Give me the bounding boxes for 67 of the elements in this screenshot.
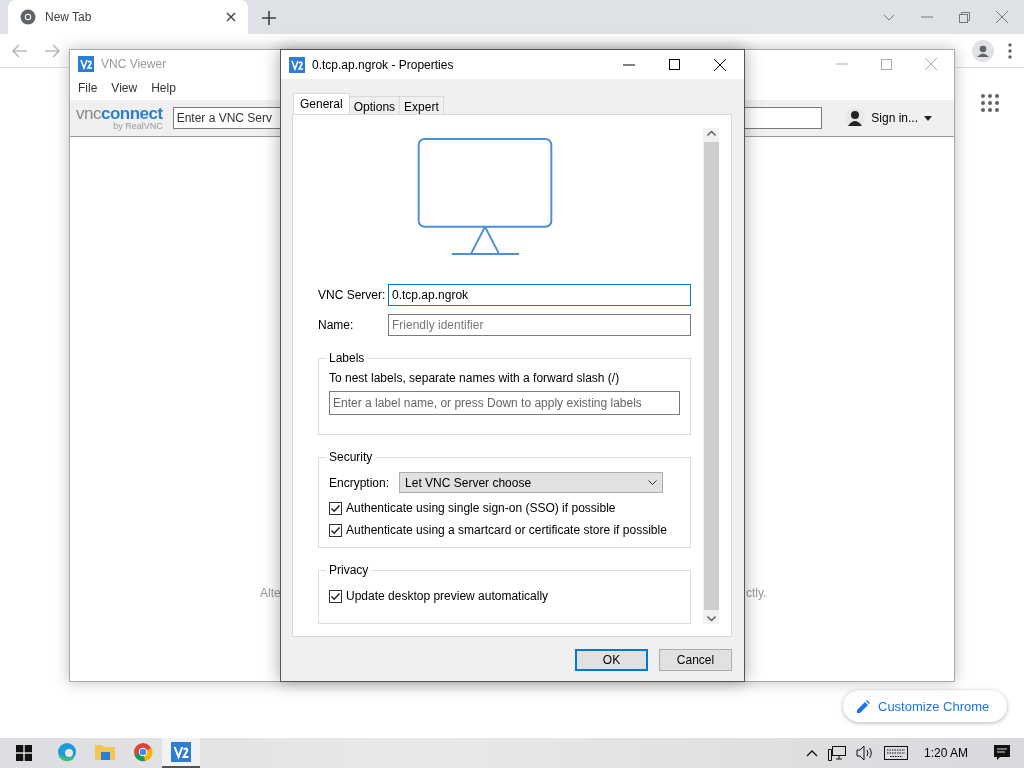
chevron-down-icon[interactable] [883,13,895,21]
keyboard-icon[interactable] [883,746,908,760]
tab[interactable]: Options [348,96,401,114]
menu-item[interactable]: Help [151,81,176,95]
new-tab-icon[interactable] [262,11,276,25]
browser-tab[interactable]: New Tab [8,0,248,34]
menu-item[interactable]: File [78,81,98,95]
field-label: Encryption: [329,475,390,490]
windows-start-icon[interactable] [16,745,32,761]
dialog-button[interactable]: Cancel [659,649,732,671]
pencil-icon [857,699,870,713]
scrollbar[interactable] [703,128,719,624]
chrome-icon [20,9,36,25]
menu-item[interactable]: View [111,81,138,95]
app-icon [78,56,94,72]
group-title: Security [328,450,374,464]
input-field[interactable]: Friendly identifier [388,314,691,336]
body-text: ctly. [746,586,767,600]
notification-icon[interactable] [994,745,1010,761]
input-field[interactable]: 0.tcp.ap.ngrok [388,284,691,306]
group-title: Labels [328,351,366,365]
close-icon[interactable] [226,12,236,22]
body-text: Alte [260,586,281,600]
scroll-down-icon[interactable] [706,616,716,621]
checkbox-label: Update desktop preview automatically [346,589,549,603]
monitor-icon [415,138,554,256]
caret-icon [924,115,932,121]
apps-grid-icon[interactable] [981,94,999,112]
checkbox[interactable] [329,589,342,603]
menu-icon[interactable] [1008,42,1012,59]
dialog-button[interactable]: OK [575,649,648,671]
window-title: 0.tcp.ap.ngrok - Properties [312,57,454,72]
checkbox[interactable] [329,501,342,515]
close-icon[interactable] [714,58,726,71]
field-label: Name: [318,318,355,332]
volume-icon[interactable] [855,745,874,761]
tab[interactable]: Expert [399,96,444,114]
tab-title: New Tab [45,10,93,24]
restore-icon[interactable] [959,11,970,23]
chevron-up-icon[interactable] [805,749,818,757]
checkbox-label: Authenticate using single sign-on (SSO) if possible [346,501,616,515]
customize-chrome-button[interactable]: Customize Chrome [843,690,1008,722]
folder-icon[interactable] [95,743,115,761]
app-icon[interactable] [171,742,191,762]
input-field[interactable]: Enter a label name, or press Down to apply existing labels [329,391,680,415]
chrome-icon[interactable] [133,742,153,762]
tab[interactable]: General [293,93,350,114]
group-title: Privacy [328,563,370,577]
clock-text[interactable]: 1:20 AM [923,746,968,760]
scroll-up-icon[interactable] [706,131,716,136]
checkbox-label: Authenticate using a smartcard or certificate store if possible [346,523,667,537]
network-icon[interactable] [827,745,846,761]
maximize-icon[interactable] [669,59,680,70]
sign-in-button[interactable]: Sign in... [839,107,938,129]
chevron-down-icon [648,480,658,485]
window-title: VNC Viewer [101,57,167,71]
logo-text: vncconnect [76,105,163,122]
minimize-icon[interactable] [623,63,635,66]
field-label: VNC Server: [318,288,387,302]
encryption-dropdown[interactable]: Let VNC Server choose [399,472,664,493]
app-icon [289,56,305,73]
checkbox[interactable] [329,523,342,537]
hint-text: To nest labels, separate names with a forward slash (/) [329,371,621,385]
avatar-icon[interactable] [972,39,994,62]
logo-byline: by RealVNC [113,122,163,131]
person-icon [845,108,866,128]
browser-icon[interactable] [57,742,77,762]
